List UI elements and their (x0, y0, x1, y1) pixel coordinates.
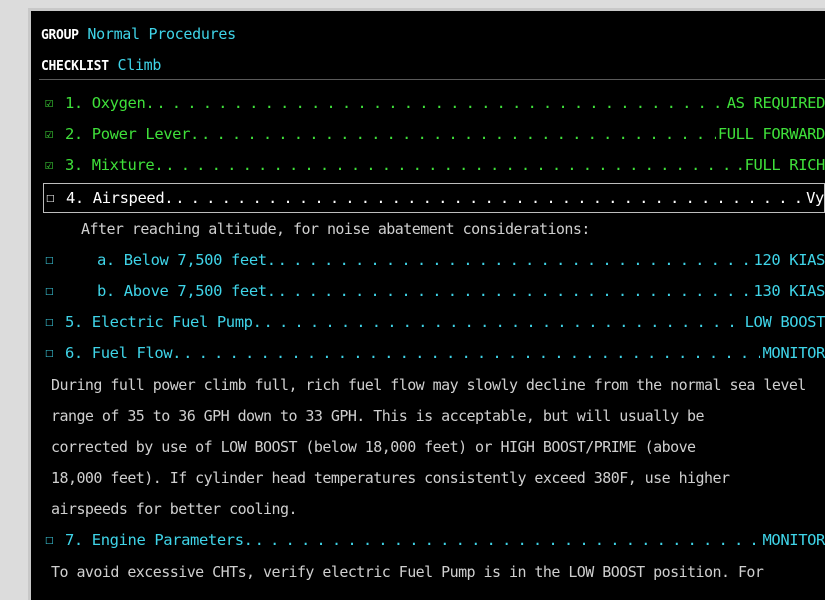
leader-dots (278, 277, 752, 305)
item-label: 2. Power Lever. (65, 125, 199, 143)
note-line: corrected by use of LOW BOOST (below 18,… (51, 438, 696, 456)
item-action: FULL FORWARD (717, 125, 825, 143)
airspeed-note: After reaching altitude, for noise abate… (81, 214, 821, 245)
item-action: 120 KIAS (753, 251, 825, 269)
unchecked-checkbox-icon[interactable]: ☐ (45, 526, 65, 554)
note-line: range of 35 to 36 GPH down to 33 GPH. Th… (51, 407, 705, 425)
group-value[interactable]: Normal Procedures (87, 25, 236, 43)
item-action: MONITOR (762, 531, 825, 549)
leader-dots (201, 120, 716, 148)
item-label: 5. Electric Fuel Pump. (65, 313, 262, 331)
display-bezel: GROUP Normal Procedures CHECKLIST Climb … (28, 8, 825, 600)
item-label: 6. Fuel Flow. (65, 344, 182, 362)
note-line: 18,000 feet). If cylinder head temperatu… (51, 469, 730, 487)
note-line: After reaching altitude, for noise abate… (81, 220, 590, 238)
checklist-item-below-7500[interactable]: ☐ a. Below 7,500 feet. 120 KIAS (45, 246, 825, 274)
item-action: AS REQUIRED (726, 94, 825, 112)
checklist-item-airspeed-selected[interactable]: ☐ 4. Airspeed. Vy (43, 183, 825, 213)
leader-dots (255, 526, 761, 554)
checklist-item-oxygen[interactable]: ☑ 1. Oxygen. AS REQUIRED (45, 89, 825, 117)
leader-dots (264, 308, 743, 336)
leader-dots (278, 246, 752, 274)
leader-dots (183, 339, 760, 367)
leader-dots (156, 89, 724, 117)
item-label: b. Above 7,500 feet. (97, 282, 276, 300)
item-action: LOW BOOST (744, 313, 825, 331)
checklist-item-mixture[interactable]: ☑ 3. Mixture. .FULL RICH (45, 151, 825, 179)
item-action: MONITOR (762, 344, 825, 362)
group-label: GROUP (41, 28, 79, 43)
checklist-item-power-lever[interactable]: ☑ 2. Power Lever. FULL FORWARD (45, 120, 825, 148)
checklist-item-engine-parameters[interactable]: ☐ 7. Engine Parameters. MONITOR (45, 526, 825, 554)
group-selector[interactable]: GROUP Normal Procedures (41, 25, 236, 43)
checked-checkbox-icon[interactable]: ☑ (45, 120, 65, 148)
unchecked-checkbox-icon[interactable]: ☐ (45, 277, 65, 305)
item-action: .FULL RICH (735, 156, 825, 174)
item-label: 1. Oxygen. (65, 94, 155, 112)
note-line: During full power climb full, rich fuel … (51, 376, 806, 394)
item-label: a. Below 7,500 feet. (97, 251, 276, 269)
unchecked-checkbox-icon[interactable]: ☐ (45, 339, 65, 367)
checklist-item-above-7500[interactable]: ☐ b. Above 7,500 feet. 130 KIAS (45, 277, 825, 305)
checked-checkbox-icon[interactable]: ☑ (45, 89, 65, 117)
checklist-label: CHECKLIST (41, 59, 109, 74)
note-line: airspeeds for better cooling. (51, 500, 298, 518)
checklist-value[interactable]: Climb (117, 56, 161, 74)
fuel-flow-note: During full power climb full, rich fuel … (51, 370, 821, 525)
checklist-display: GROUP Normal Procedures CHECKLIST Climb … (31, 11, 825, 600)
unchecked-checkbox-icon[interactable]: ☐ (46, 184, 66, 212)
note-line: To avoid excessive CHTs, verify electric… (51, 563, 764, 581)
leader-dots (165, 151, 733, 179)
checked-checkbox-icon[interactable]: ☑ (45, 151, 65, 179)
checklist-selector[interactable]: CHECKLIST Climb (41, 56, 161, 74)
item-label: 7. Engine Parameters. (65, 531, 253, 549)
item-label: 3. Mixture. (65, 156, 164, 174)
leader-dots (175, 184, 804, 212)
header-divider (39, 79, 825, 80)
item-action: 130 KIAS (753, 282, 825, 300)
item-label: 4. Airspeed. (66, 189, 174, 207)
engine-parameters-note: To avoid excessive CHTs, verify electric… (51, 557, 821, 588)
checklist-item-electric-fuel-pump[interactable]: ☐ 5. Electric Fuel Pump. LOW BOOST (45, 308, 825, 336)
item-action: Vy (806, 189, 824, 207)
checklist-item-fuel-flow[interactable]: ☐ 6. Fuel Flow. MONITOR (45, 339, 825, 367)
unchecked-checkbox-icon[interactable]: ☐ (45, 308, 65, 336)
unchecked-checkbox-icon[interactable]: ☐ (45, 246, 65, 274)
